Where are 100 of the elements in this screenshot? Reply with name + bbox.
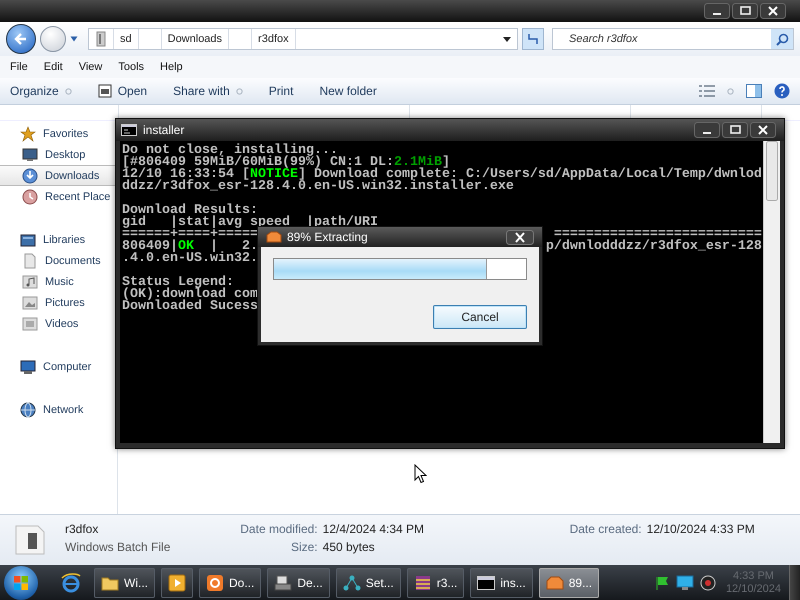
search-field[interactable]: Search r3dfox [552, 28, 794, 50]
breadcrumb[interactable]: sd [114, 29, 139, 49]
speaker-icon[interactable] [700, 574, 716, 590]
music-icon [22, 274, 38, 290]
box-icon [546, 576, 564, 590]
sidebar-item[interactable]: Videos [0, 313, 117, 334]
menu-item[interactable]: Tools [110, 61, 152, 73]
back-button[interactable] [6, 24, 36, 54]
taskbar-button[interactable]: r3... [406, 568, 464, 598]
taskbar-button[interactable]: ins... [470, 568, 533, 598]
toolbar-button[interactable]: Share with [173, 84, 243, 98]
sidebar-item[interactable]: Network [0, 399, 117, 420]
field-label: Date created: [568, 522, 642, 538]
dialog-title: 89% Extracting [287, 230, 368, 244]
back-arrow-icon [13, 31, 29, 47]
window-icon [98, 84, 112, 98]
menu-item[interactable]: File [2, 61, 36, 73]
document-icon [22, 252, 38, 268]
close-button[interactable] [506, 230, 534, 244]
highlighted-text: OK [178, 241, 194, 253]
show-desktop-button[interactable] [789, 565, 800, 600]
toolbar-button[interactable]: Organize [10, 84, 72, 98]
console-text: ddzz/r3dfox_esr-128.4.0.en-US.win32.installer.exe [122, 181, 514, 193]
forward-button[interactable] [40, 26, 66, 52]
app-icon [206, 574, 224, 592]
search-icon[interactable] [776, 32, 788, 46]
dropdown-icon[interactable] [503, 36, 511, 42]
console-text: 806409| [122, 241, 178, 253]
start-button[interactable] [4, 566, 38, 600]
windows-logo-icon [13, 574, 29, 590]
device-icon [274, 574, 292, 592]
star-icon [20, 126, 36, 142]
field-value: 450 bytes [322, 540, 376, 556]
window-title: installer [143, 123, 184, 137]
network-icon [20, 402, 36, 418]
sidebar-item[interactable]: Music [0, 271, 117, 292]
field-label: Date modified: [239, 522, 318, 538]
console-text: .4.0.en-US.win32. [122, 253, 258, 265]
preview-pane-icon[interactable] [746, 84, 762, 98]
console-text: ] [442, 157, 450, 169]
toolbar-button[interactable]: Open [98, 84, 148, 98]
library-icon [20, 232, 36, 248]
close-button[interactable] [750, 122, 776, 138]
field-value: 12/10/2024 4:33 PM [646, 522, 756, 538]
taskbar-button[interactable] [161, 568, 193, 598]
media-player-icon [168, 574, 186, 592]
taskbar-button[interactable]: 89... [538, 568, 600, 598]
file-name: r3dfox [65, 522, 100, 538]
console-text: gid |stat|avg speed |path/URI [122, 217, 378, 229]
highlighted-text: NOTICE [250, 169, 298, 181]
taskbar-button[interactable]: Set... [336, 568, 401, 598]
restore-button[interactable] [732, 3, 758, 19]
desktop-icon [22, 146, 38, 162]
toolbar-button[interactable]: New folder [319, 84, 377, 98]
help-icon[interactable] [774, 83, 790, 99]
search-input[interactable]: Search r3dfox [553, 32, 771, 46]
pictures-icon [22, 294, 38, 310]
minimize-button[interactable] [704, 3, 730, 19]
field-value: 12/4/2024 4:34 PM [322, 522, 426, 538]
sidebar-item[interactable]: Downloads [0, 165, 117, 186]
monitor-icon[interactable] [676, 574, 694, 590]
sidebar-item[interactable]: Computer [0, 356, 117, 377]
flag-icon[interactable] [654, 574, 670, 590]
breadcrumb[interactable]: Downloads [162, 29, 230, 49]
sidebar-item[interactable]: Libraries [0, 229, 117, 250]
taskbar-button[interactable]: Do... [199, 568, 262, 598]
breadcrumb[interactable]: r3dfox [252, 29, 296, 49]
file-type: Windows Batch File [65, 540, 172, 556]
menu-item[interactable]: View [70, 61, 110, 73]
sidebar-item[interactable]: Recent Place [0, 186, 117, 207]
sidebar-item[interactable]: Desktop [0, 144, 117, 165]
dropdown-icon[interactable] [70, 36, 78, 42]
taskbar-button[interactable]: De... [267, 568, 330, 598]
downloads-icon [22, 168, 38, 184]
taskbar-button[interactable]: Wi... [94, 568, 155, 598]
close-button[interactable] [760, 3, 786, 19]
scroll-thumb[interactable] [766, 141, 778, 201]
toolbar-button[interactable]: Print [268, 84, 294, 98]
view-options-icon[interactable] [699, 85, 715, 97]
dropdown-icon [64, 88, 72, 94]
refresh-button[interactable] [522, 28, 544, 50]
sidebar-item[interactable]: Documents [0, 250, 117, 271]
dropdown-icon [236, 88, 243, 94]
sidebar-item[interactable]: Favorites [0, 123, 117, 144]
menu-item[interactable]: Edit [36, 61, 71, 73]
refresh-arrows-icon [526, 32, 540, 46]
recent-places-icon [22, 188, 38, 204]
cursor-icon [414, 464, 427, 484]
scrollbar[interactable] [763, 141, 780, 443]
restore-button[interactable] [722, 122, 748, 138]
address-bar[interactable]: sd Downloads r3dfox [88, 28, 518, 50]
console-icon [477, 576, 496, 590]
menu-item[interactable]: Help [152, 61, 191, 73]
cancel-button[interactable]: Cancel [433, 305, 527, 329]
browser-icon[interactable] [60, 572, 82, 594]
sidebar-item[interactable]: Pictures [0, 292, 117, 313]
field-label: Size: [290, 540, 318, 556]
minimize-button[interactable] [694, 122, 720, 138]
network-nodes-icon [342, 574, 361, 592]
computer-icon [20, 358, 36, 374]
